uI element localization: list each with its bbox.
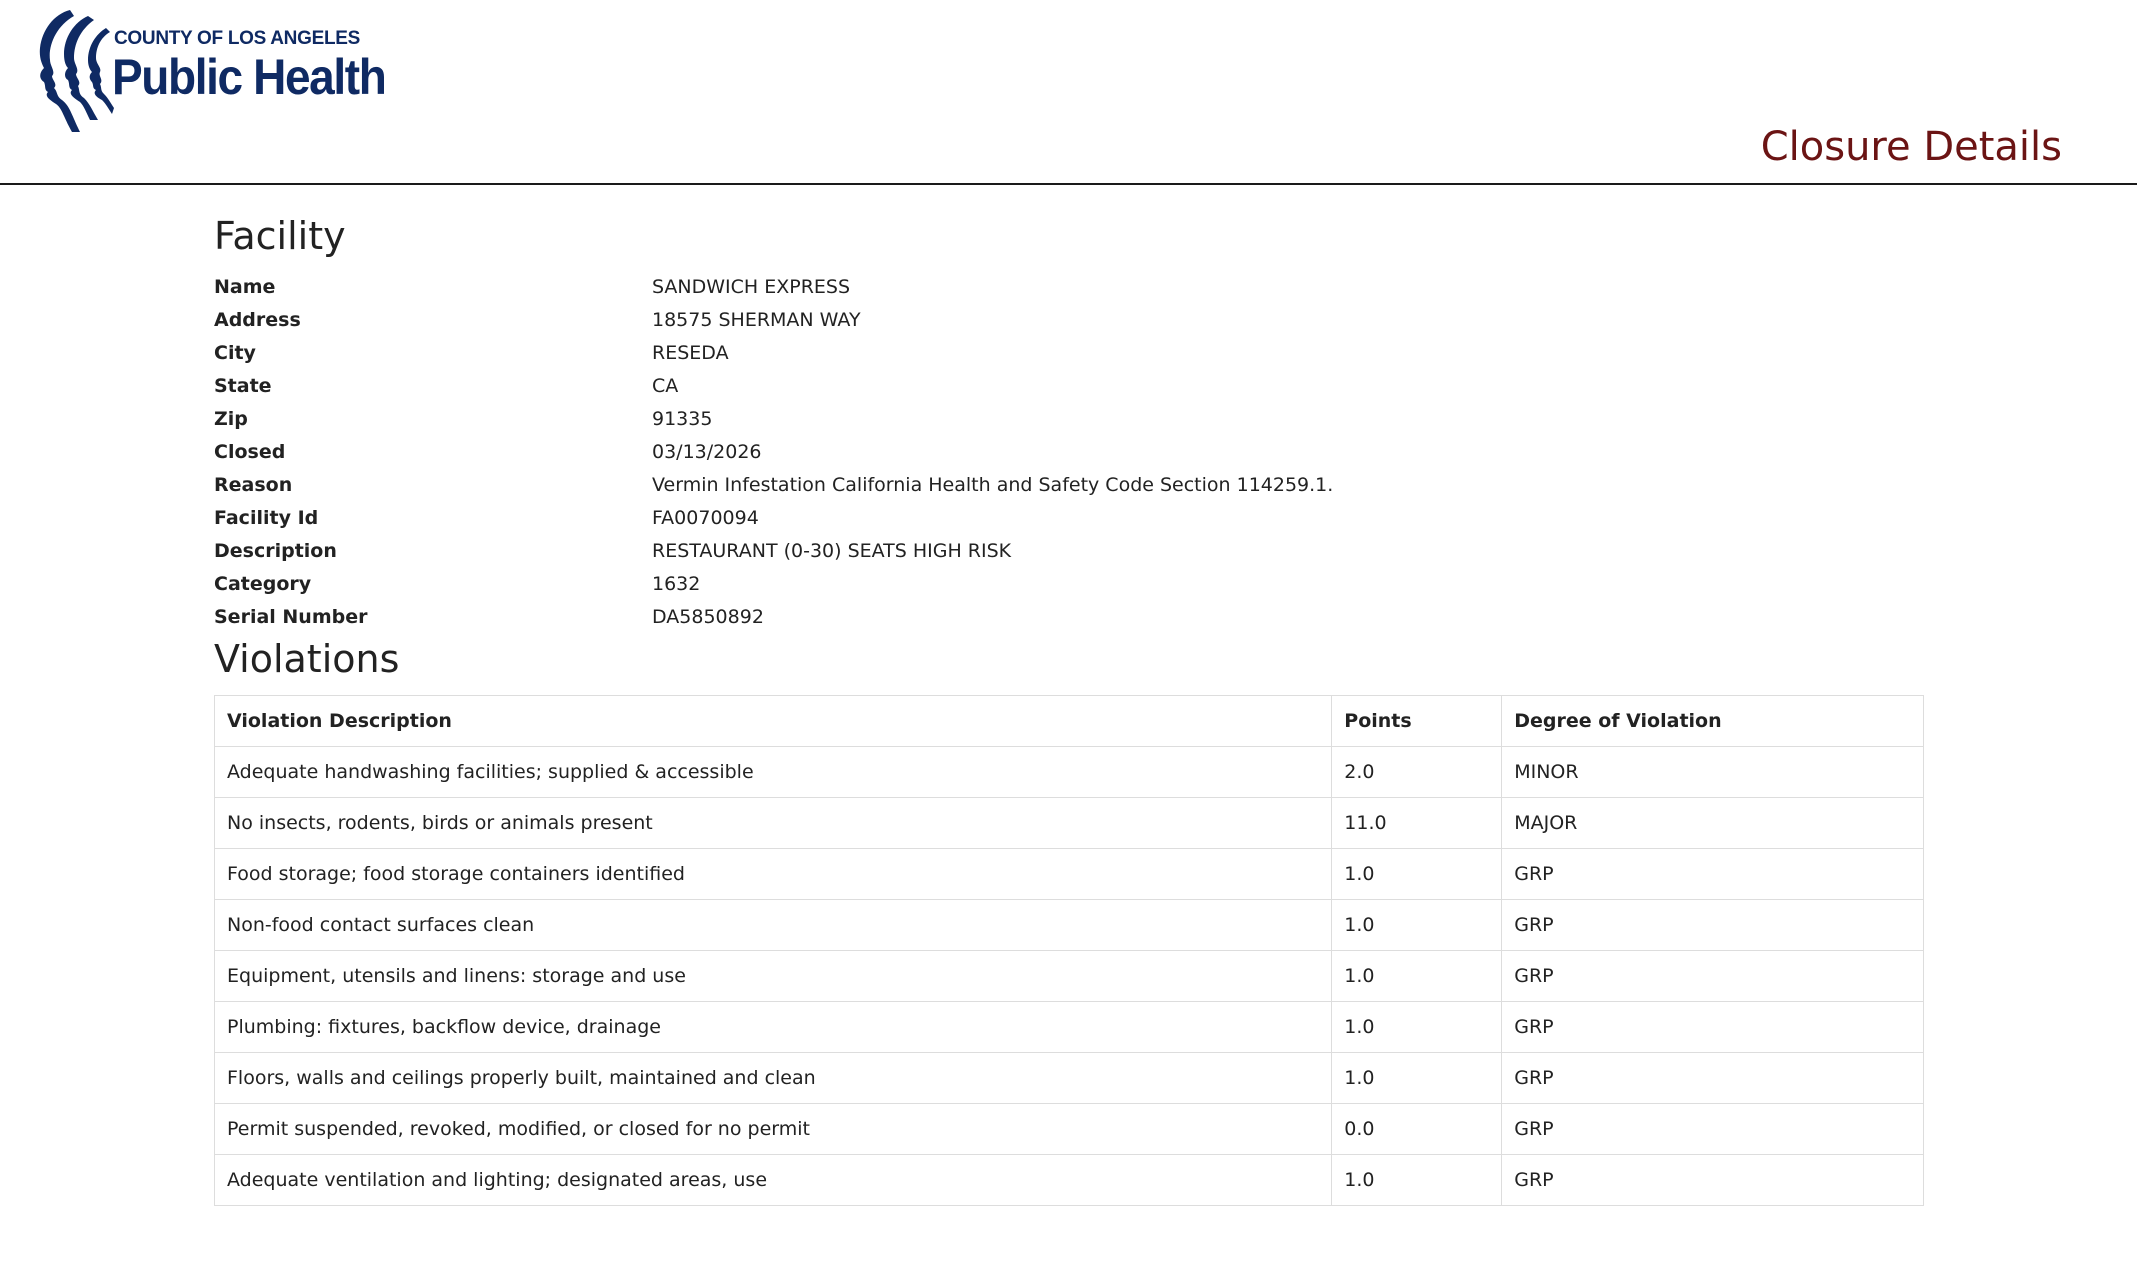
field-value: 18575 SHERMAN WAY [652,308,861,331]
table-header-row: Violation Description Points Degree of V… [213,695,1924,747]
field-value: RESEDA [652,341,729,364]
field-value: Vermin Infestation California Health and… [652,473,1334,496]
violation-points: 1.0 [1331,950,1503,1002]
column-header-description: Violation Description [213,695,1333,747]
field-value: 03/13/2026 [652,440,762,463]
facility-row-city: City RESEDA [214,336,1924,369]
table-row: Permit suspended, revoked, modified, or … [213,1103,1924,1155]
facility-heading: Facility [214,214,346,258]
violation-degree: GRP [1501,1103,1924,1155]
page-title: Closure Details [1760,124,2062,170]
facility-row-description: Description RESTAURANT (0-30) SEATS HIGH… [214,534,1924,567]
field-label: Category [214,572,312,595]
violation-description: Plumbing: fixtures, backflow device, dra… [213,1001,1333,1053]
violation-description: No insects, rodents, birds or animals pr… [213,797,1333,849]
field-label: Closed [214,440,286,463]
table-row: Adequate handwashing facilities; supplie… [213,746,1924,798]
violation-degree: GRP [1501,1001,1924,1053]
header: COUNTY OF LOS ANGELES Public Health Clos… [0,0,2137,185]
field-label: City [214,341,256,364]
violation-points: 2.0 [1331,746,1503,798]
violation-points: 0.0 [1331,1103,1503,1155]
facility-row-category: Category 1632 [214,567,1924,600]
violation-description: Food storage; food storage containers id… [213,848,1333,900]
violation-points: 1.0 [1331,899,1503,951]
field-value: DA5850892 [652,605,764,628]
facility-details: Name SANDWICH EXPRESS Address 18575 SHER… [214,270,1924,633]
violation-description: Adequate handwashing facilities; supplie… [213,746,1333,798]
violation-degree: GRP [1501,1154,1924,1206]
table-row: Food storage; food storage containers id… [213,848,1924,900]
facility-row-serial-number: Serial Number DA5850892 [214,600,1924,633]
column-header-degree: Degree of Violation [1501,695,1924,747]
table-row: Equipment, utensils and linens: storage … [213,950,1924,1002]
violation-description: Permit suspended, revoked, modified, or … [213,1103,1333,1155]
violation-description: Adequate ventilation and lighting; desig… [213,1154,1333,1206]
field-value: SANDWICH EXPRESS [652,275,851,298]
table-row: Floors, walls and ceilings properly buil… [213,1052,1924,1104]
table-row: Plumbing: fixtures, backflow device, dra… [213,1001,1924,1053]
violations-heading: Violations [214,637,400,681]
field-label: Zip [214,407,248,430]
violation-description: Equipment, utensils and linens: storage … [213,950,1333,1002]
field-label: Reason [214,473,293,496]
field-label: Serial Number [214,605,368,628]
violation-points: 1.0 [1331,848,1503,900]
field-label: Facility Id [214,506,319,529]
field-value: FA0070094 [652,506,759,529]
facility-row-facility-id: Facility Id FA0070094 [214,501,1924,534]
field-value: 1632 [652,572,701,595]
violations-table: Violation Description Points Degree of V… [213,695,1924,1206]
table-row: No insects, rodents, birds or animals pr… [213,797,1924,849]
field-value: CA [652,374,679,397]
logo-county-text: COUNTY OF LOS ANGELES [114,28,360,49]
violation-degree: GRP [1501,848,1924,900]
violation-degree: GRP [1501,1052,1924,1104]
field-label: Address [214,308,301,331]
faces-profile-icon [39,10,114,132]
table-row: Adequate ventilation and lighting; desig… [213,1154,1924,1206]
page: COUNTY OF LOS ANGELES Public Health Clos… [0,0,2137,1268]
logo-public-health-text: Public Health [112,49,387,105]
facility-row-reason: Reason Vermin Infestation California Hea… [214,468,1924,501]
violation-description: Floors, walls and ceilings properly buil… [213,1052,1333,1104]
facility-row-state: State CA [214,369,1924,402]
violation-points: 1.0 [1331,1001,1503,1053]
field-value: RESTAURANT (0-30) SEATS HIGH RISK [652,539,1012,562]
violation-degree: GRP [1501,899,1924,951]
public-health-logo[interactable]: COUNTY OF LOS ANGELES Public Health [34,8,394,132]
facility-row-closed: Closed 03/13/2026 [214,435,1924,468]
facility-row-name: Name SANDWICH EXPRESS [214,270,1924,303]
main-content: Facility Name SANDWICH EXPRESS Address 1… [213,210,1924,1206]
violation-degree: GRP [1501,950,1924,1002]
violation-description: Non-food contact surfaces clean [213,899,1333,951]
column-header-points: Points [1331,695,1503,747]
field-value: 91335 [652,407,713,430]
violation-points: 1.0 [1331,1154,1503,1206]
field-label: Description [214,539,337,562]
facility-row-zip: Zip 91335 [214,402,1924,435]
field-label: Name [214,275,276,298]
violation-degree: MINOR [1501,746,1924,798]
facility-row-address: Address 18575 SHERMAN WAY [214,303,1924,336]
violation-points: 1.0 [1331,1052,1503,1104]
field-label: State [214,374,272,397]
violation-degree: MAJOR [1501,797,1924,849]
violation-points: 11.0 [1331,797,1503,849]
table-row: Non-food contact surfaces clean 1.0 GRP [213,899,1924,951]
